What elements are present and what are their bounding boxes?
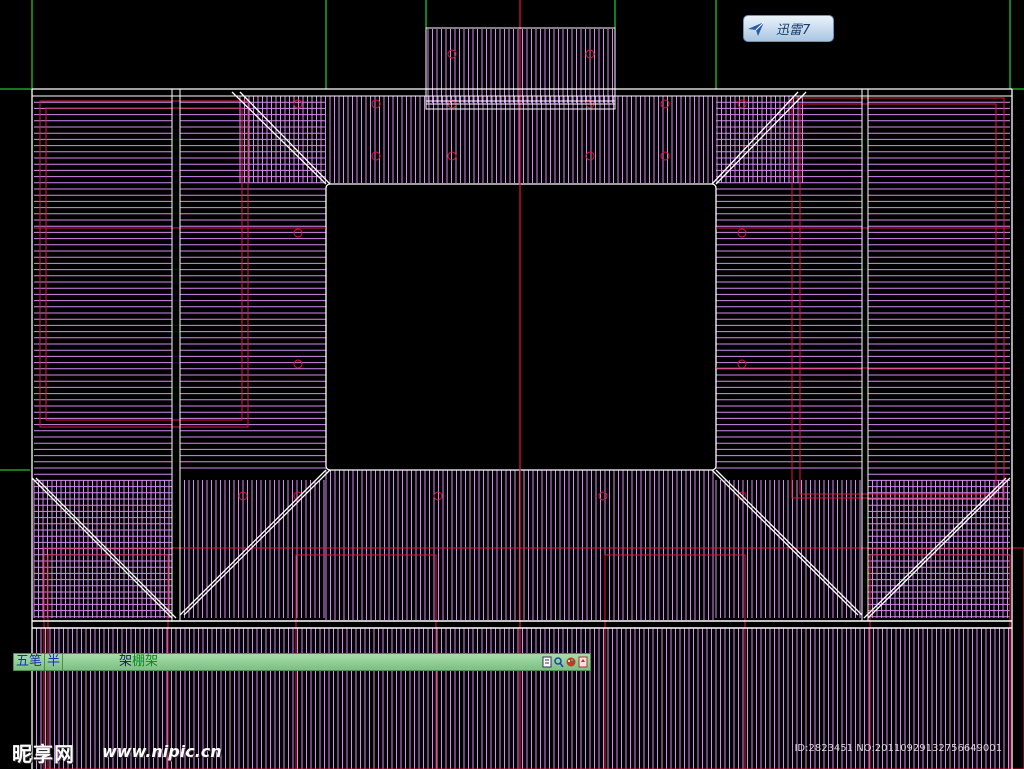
document-icon[interactable]: [542, 656, 552, 668]
column-marker: [293, 359, 303, 369]
column-marker: [293, 228, 303, 238]
column-marker: [737, 228, 747, 238]
hip-line: [179, 469, 327, 616]
settings-icon[interactable]: [578, 656, 588, 668]
ime-candidates[interactable]: 架棚架: [63, 654, 542, 670]
column-marker: [585, 151, 595, 161]
column-marker: [737, 359, 747, 369]
left-ridge-beam: [171, 88, 181, 622]
hip-line: [715, 469, 863, 616]
xunlei-label: 迅雷7: [776, 23, 811, 38]
search-icon[interactable]: [554, 656, 564, 668]
ime-candidate-1[interactable]: 架: [119, 654, 132, 669]
watermark-id: ID:2823451 NO:20110929132756649001: [794, 743, 1002, 754]
annotation-outline: [45, 107, 243, 421]
right-ridge-beam: [861, 88, 869, 622]
ime-candidate-2[interactable]: 棚架: [132, 654, 158, 669]
ime-width-toggle[interactable]: 半: [45, 654, 64, 670]
watermark-url: www.nipic.cn: [102, 742, 222, 761]
column-marker: [371, 99, 381, 109]
annotation-outline: [39, 100, 249, 428]
ime-mode-button[interactable]: 五笔: [14, 654, 46, 670]
column-marker: [371, 151, 381, 161]
xunlei-floating-button[interactable]: 迅雷7: [743, 15, 834, 42]
bird-icon: [744, 16, 768, 41]
ime-status-bar[interactable]: 五笔 半 架棚架: [13, 653, 591, 671]
annotation-outline: [799, 103, 997, 495]
watermark-logo: 昵享网: [12, 742, 75, 766]
courtyard-opening: [325, 183, 717, 471]
palette-icon[interactable]: [566, 656, 576, 668]
